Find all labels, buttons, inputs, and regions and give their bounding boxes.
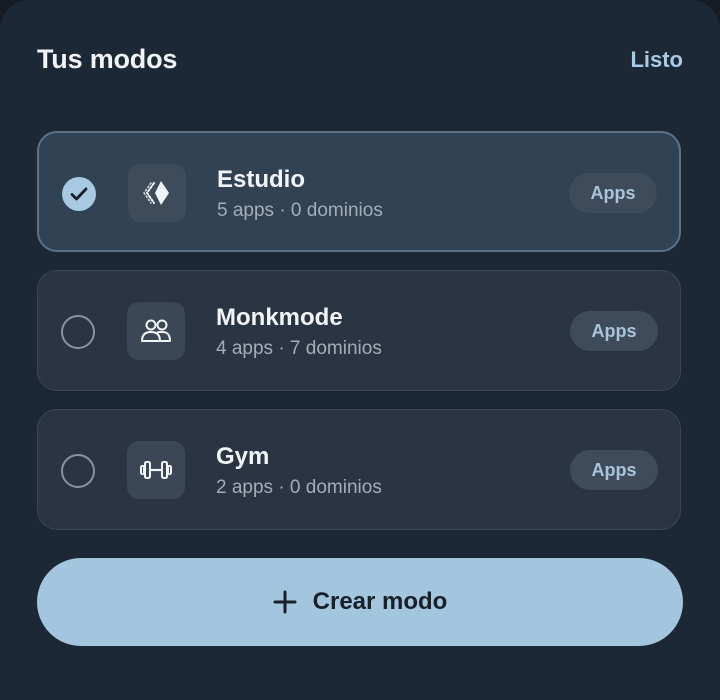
cards-icon xyxy=(143,181,169,205)
apps-button[interactable]: Apps xyxy=(570,450,658,490)
mode-meta: 5 apps · 0 dominios xyxy=(217,200,383,221)
check-icon xyxy=(70,187,88,201)
apps-button[interactable]: Apps xyxy=(569,173,657,213)
plus-icon xyxy=(273,590,297,614)
modes-sheet: Tus modos Listo Estudio 5 apps · 0 domin… xyxy=(0,0,720,700)
mode-meta: 4 apps · 7 dominios xyxy=(216,338,382,359)
apps-button[interactable]: Apps xyxy=(570,311,658,351)
radio-unselected[interactable] xyxy=(61,315,95,349)
mode-name: Estudio xyxy=(217,166,305,193)
mode-name: Gym xyxy=(216,443,270,470)
radio-unselected[interactable] xyxy=(61,454,95,488)
mode-icon-box xyxy=(127,302,185,360)
mode-meta: 2 apps · 0 dominios xyxy=(216,477,382,498)
mode-card-gym[interactable]: Gym 2 apps · 0 dominios Apps xyxy=(37,409,681,530)
mode-card-estudio[interactable]: Estudio 5 apps · 0 dominios Apps xyxy=(37,131,681,252)
done-button[interactable]: Listo xyxy=(630,47,683,73)
create-mode-button[interactable]: Crear modo xyxy=(37,558,683,646)
create-mode-label: Crear modo xyxy=(312,588,448,615)
radio-selected[interactable] xyxy=(62,177,96,211)
dumbbell-icon xyxy=(140,461,172,479)
mode-name: Monkmode xyxy=(216,304,343,331)
people-icon xyxy=(141,319,171,342)
mode-icon-box xyxy=(128,164,186,222)
mode-icon-box xyxy=(127,441,185,499)
page-title: Tus modos xyxy=(37,44,178,74)
mode-card-monkmode[interactable]: Monkmode 4 apps · 7 dominios Apps xyxy=(37,270,681,391)
